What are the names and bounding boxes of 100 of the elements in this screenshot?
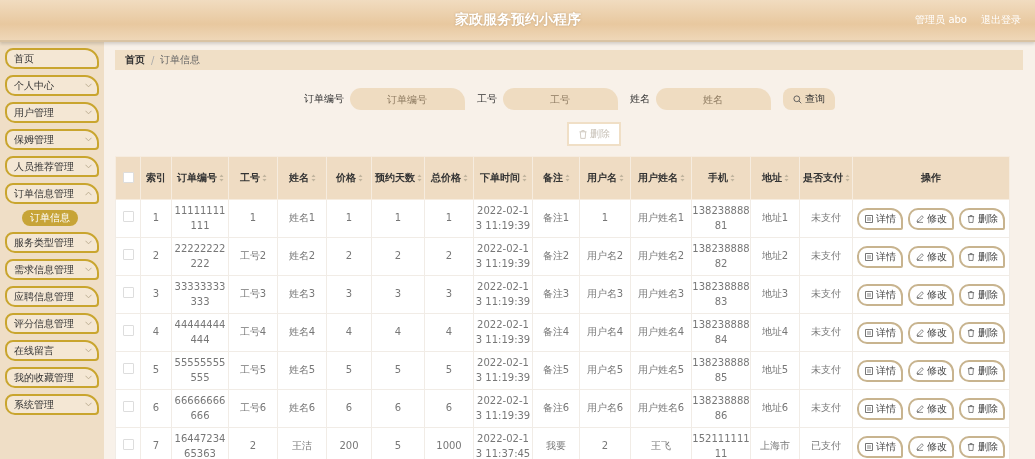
row-checkbox[interactable] (122, 362, 134, 374)
sort-icon[interactable] (416, 174, 422, 182)
search-icon (792, 94, 802, 104)
column-header: 用户姓名 (637, 172, 678, 183)
table-cell: 地址4 (761, 326, 789, 338)
row-checkbox[interactable] (122, 400, 134, 412)
sort-icon[interactable] (261, 174, 267, 182)
sort-icon[interactable] (462, 174, 468, 182)
column-header: 预约天数 (374, 172, 415, 183)
row-action-button[interactable]: 删除 (959, 321, 1005, 344)
sidebar-item[interactable]: 评分信息管理 (5, 313, 99, 334)
row-action-button[interactable]: 详情 (857, 207, 903, 230)
row-action-button[interactable]: 删除 (959, 283, 1005, 306)
sort-icon[interactable] (783, 174, 789, 182)
row-action-button[interactable]: 详情 (857, 283, 903, 306)
table-cell: 1 (345, 212, 353, 224)
row-action-button[interactable]: 详情 (857, 397, 903, 420)
table-cell: 44444444444 (174, 319, 226, 345)
pencil-icon (915, 404, 924, 413)
search-field[interactable]: 工号 (502, 88, 618, 110)
row-action-button[interactable]: 删除 (959, 359, 1005, 382)
breadcrumb-link[interactable]: 订单信息 (160, 53, 201, 67)
sidebar-item[interactable]: 系统管理 (5, 394, 99, 415)
sidebar-item[interactable]: 服务类型管理 (5, 232, 99, 253)
sort-icon[interactable] (310, 174, 316, 182)
table-cell: 6 (445, 402, 453, 414)
table-cell: 5 (445, 364, 453, 376)
table-cell: 1 (394, 212, 402, 224)
admin-name: 管理员 abo (915, 13, 967, 27)
table-cell: 备注1 (542, 212, 570, 224)
row-checkbox[interactable] (122, 324, 134, 336)
chevron-icon (85, 267, 92, 272)
sort-icon[interactable] (679, 174, 685, 182)
sort-icon[interactable] (844, 174, 850, 182)
table-cell: 2 (249, 440, 257, 452)
row-action-button[interactable]: 修改 (908, 207, 954, 230)
table-cell: 1 (152, 212, 160, 224)
table-cell: 6 (152, 402, 160, 414)
row-action-button[interactable]: 修改 (908, 283, 954, 306)
document-icon (864, 328, 873, 337)
sort-icon[interactable] (729, 174, 735, 182)
table-cell: 姓名2 (288, 250, 316, 262)
sidebar-item[interactable]: 用户管理 (5, 102, 99, 123)
search-button[interactable]: 查询 (782, 88, 835, 110)
row-action-button[interactable]: 详情 (857, 321, 903, 344)
table-cell: 姓名5 (288, 364, 316, 376)
table-cell: 已支付 (811, 440, 841, 452)
column-header: 是否支付 (802, 172, 843, 183)
table-cell: 5 (152, 364, 160, 376)
row-action-button[interactable]: 详情 (857, 359, 903, 382)
row-action-button[interactable]: 修改 (908, 435, 954, 458)
row-checkbox[interactable] (122, 248, 134, 260)
breadcrumb-link[interactable]: 首页 (125, 53, 145, 67)
select-all-checkbox[interactable] (122, 171, 134, 183)
search-field[interactable]: 姓名 (655, 88, 771, 110)
row-action-button[interactable]: 详情 (857, 245, 903, 268)
table-cell: 2 (152, 250, 160, 262)
table-cell: 地址5 (761, 364, 789, 376)
sidebar-item[interactable]: 个人中心 (5, 75, 99, 96)
trash-icon (966, 252, 975, 261)
row-action-button[interactable]: 删除 (959, 397, 1005, 420)
sidebar-item[interactable]: 在线留言 (5, 340, 99, 361)
column-header: 操作 (921, 172, 941, 183)
sidebar-item[interactable]: 订单信息管理 (5, 183, 99, 204)
table-cell: 备注3 (542, 288, 570, 300)
sort-icon[interactable] (521, 174, 527, 182)
table-cell: 2 (601, 440, 609, 452)
table-cell: 用户名2 (586, 250, 624, 262)
row-action-button[interactable]: 修改 (908, 397, 954, 420)
sidebar-item[interactable]: 首页 (5, 48, 99, 69)
sidebar-item[interactable]: 应聘信息管理 (5, 286, 99, 307)
table-cell: 4 (152, 326, 160, 338)
sort-icon[interactable] (218, 174, 224, 182)
sidebar-item[interactable]: 人员推荐管理 (5, 156, 99, 177)
table-cell: 1644723465363 (174, 433, 226, 459)
row-action-button[interactable]: 修改 (908, 321, 954, 344)
field-label: 订单编号 (303, 92, 344, 106)
trash-icon (578, 129, 587, 139)
row-checkbox[interactable] (122, 210, 134, 222)
row-checkbox[interactable] (122, 438, 134, 450)
row-checkbox[interactable] (122, 286, 134, 298)
row-action-button[interactable]: 删除 (959, 207, 1005, 230)
table-cell: 地址3 (761, 288, 789, 300)
document-icon (864, 252, 873, 261)
table-cell: 备注2 (542, 250, 570, 262)
row-action-button[interactable]: 修改 (908, 359, 954, 382)
row-action-button[interactable]: 修改 (908, 245, 954, 268)
sidebar-item[interactable]: 保姆管理 (5, 129, 99, 150)
table-cell: 用户姓名5 (637, 364, 685, 376)
row-action-button[interactable]: 详情 (857, 435, 903, 458)
sort-icon[interactable] (618, 174, 624, 182)
sort-icon[interactable] (357, 174, 363, 182)
sort-icon[interactable] (564, 174, 570, 182)
table-cell: 22222222222 (174, 243, 226, 269)
search-field[interactable]: 订单编号 (349, 88, 465, 110)
row-action-button[interactable]: 删除 (959, 435, 1005, 458)
sidebar-item[interactable]: 需求信息管理 (5, 259, 99, 280)
sidebar-item[interactable]: 我的收藏管理 (5, 367, 99, 388)
row-action-button[interactable]: 删除 (959, 245, 1005, 268)
table-cell: 13823888881 (692, 205, 750, 231)
